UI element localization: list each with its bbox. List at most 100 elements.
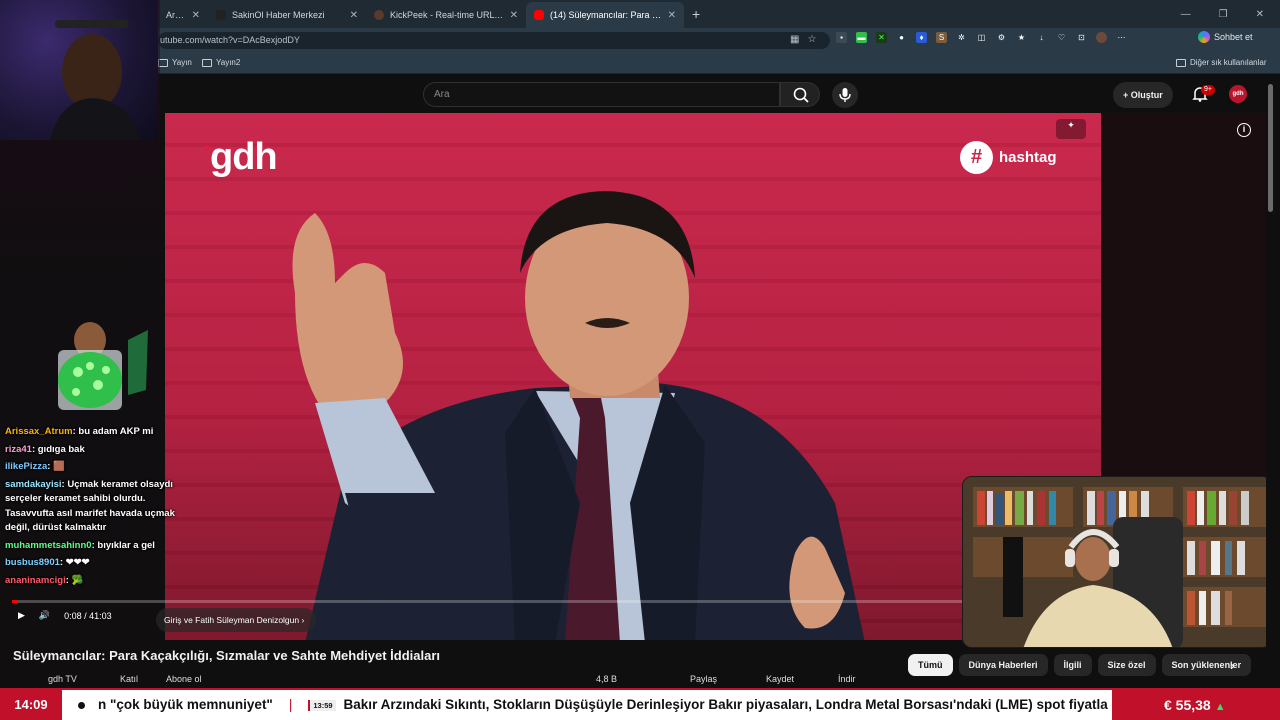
ticker-clock: 14:09 <box>0 690 62 720</box>
tab-arama[interactable]: Arama ✕ <box>158 2 208 28</box>
gdh-logo-text: gdh <box>210 136 278 178</box>
join-button[interactable]: Katıl <box>120 674 138 684</box>
window-close-icon[interactable]: ✕ <box>1256 9 1264 20</box>
search-input[interactable]: Ara <box>423 82 780 107</box>
bookmark-folder[interactable]: Yayın2 <box>202 58 240 67</box>
favorites-icon[interactable]: ★ <box>1016 32 1027 43</box>
new-tab-icon[interactable]: + <box>692 6 700 22</box>
enhance-button[interactable]: ✦ <box>1056 119 1086 139</box>
ticker-currency: € 55,38 ▲ <box>1112 690 1280 720</box>
video-title: Süleymancılar: Para Kaçakçılığı, Sızmala… <box>13 648 441 663</box>
chat-username[interactable]: busbus8901 <box>5 557 60 568</box>
scrollbar-thumb[interactable] <box>1268 84 1273 212</box>
tab-title: KickPeek - Real-time URL Crawler <box>390 10 504 20</box>
url-text: utube.com/watch?v=DAcBexjodDY <box>160 35 300 45</box>
bookmark-label: Diğer sık kullanılanlar <box>1190 58 1267 67</box>
search-button[interactable] <box>780 82 820 107</box>
streamer-webcam-2 <box>962 476 1272 648</box>
progress-fill <box>12 600 18 603</box>
notification-count-badge: 9+ <box>1201 85 1215 95</box>
play-icon[interactable]: ▶ <box>18 610 25 621</box>
extension-icon[interactable]: ♦ <box>916 32 927 43</box>
tab-title: SakinOl Haber Merkezi <box>232 10 325 20</box>
grid-icon[interactable]: ▦ <box>790 34 799 45</box>
bookmark-label: Yayın2 <box>216 58 241 67</box>
extension-icon[interactable]: ▪ <box>836 32 847 43</box>
volume-icon[interactable]: 🔊 <box>39 610 50 621</box>
downloads-icon[interactable]: ↓ <box>1036 32 1047 43</box>
up-arrow-icon: ▲ <box>1214 701 1226 713</box>
bullet-icon <box>78 702 85 709</box>
currency-value: € 55,38 <box>1164 697 1211 713</box>
chat-message: samdakayisi: Uçmak keramet olsaydı serçe… <box>5 478 175 534</box>
logo-accent-icon: • <box>204 140 210 157</box>
chip-world-news[interactable]: Dünya Haberleri <box>958 654 1048 676</box>
close-icon[interactable]: ✕ <box>350 10 358 21</box>
chat-message: Arissax_Atrum: bu adam AKP mi <box>5 426 154 437</box>
chat-username[interactable]: muhammetsahinn0 <box>5 540 92 551</box>
extension-icon[interactable]: ● <box>896 32 907 43</box>
screenshot-icon[interactable]: ⊡ <box>1076 32 1087 43</box>
minimize-icon[interactable]: — <box>1181 9 1191 20</box>
save-button[interactable]: Kaydet <box>766 674 794 684</box>
more-menu-icon[interactable]: ⋯ <box>1116 32 1127 43</box>
time-display: 0:08 / 41:03 <box>64 610 112 621</box>
browser-tab-bar: Arama ✕ SakinOl Haber Merkezi ✕ KickPeek… <box>0 0 1280 28</box>
chevron-right-icon[interactable]: › <box>1230 657 1235 673</box>
close-icon[interactable]: ✕ <box>192 10 200 21</box>
chat-username[interactable]: ilikePizza <box>5 461 47 472</box>
video-player[interactable]: • gdh # hashtag <box>165 113 1101 640</box>
like-button[interactable]: 4,8 B <box>596 674 617 684</box>
tab-sakinol[interactable]: SakinOl Haber Merkezi ✕ <box>208 2 366 28</box>
chip-all[interactable]: Tümü <box>908 654 953 676</box>
account-avatar[interactable]: gdh <box>1229 85 1247 103</box>
create-button[interactable]: + Oluştur <box>1113 82 1173 108</box>
chat-username[interactable]: ananinamcigi <box>5 575 66 586</box>
puzzle-icon[interactable]: ✲ <box>956 32 967 43</box>
copilot-button[interactable]: Sohbet et <box>1198 31 1253 43</box>
extension-icon[interactable]: ✕ <box>876 32 887 43</box>
subscribe-button[interactable]: Abone ol <box>166 674 202 684</box>
download-button[interactable]: İndir <box>838 674 856 684</box>
chat-message: ilikePizza: 🟫 <box>5 461 65 472</box>
maximize-icon[interactable]: ❐ <box>1219 9 1228 20</box>
chat-message: muhammetsahinn0: bıyıklar a gel <box>5 539 155 551</box>
split-screen-icon[interactable]: ◫ <box>976 32 987 43</box>
folder-icon <box>1176 58 1186 67</box>
tab-kickpeek[interactable]: KickPeek - Real-time URL Crawler ✕ <box>366 2 526 28</box>
url-field[interactable]: utube.com/watch?v=DAcBexjodDY <box>158 32 830 49</box>
tab-youtube-active[interactable]: (14) Süleymancılar: Para Kaçakçılığı ✕ <box>526 2 684 28</box>
chip-related[interactable]: İlgili <box>1053 654 1092 676</box>
favorite-star-icon[interactable]: ☆ <box>807 34 816 45</box>
other-bookmarks[interactable]: Diğer sık kullanılanlar <box>1176 58 1266 67</box>
extension-icon[interactable]: ▬ <box>856 32 867 43</box>
chat-username[interactable]: samdakayisi <box>5 479 62 490</box>
url-icons: ▦ ☆ <box>790 34 816 45</box>
channel-row: gdh TV Katıl Abone ol 4,8 B Paylaş Kayde… <box>20 674 920 688</box>
close-icon[interactable]: ✕ <box>668 10 676 21</box>
voice-search-button[interactable] <box>832 82 858 108</box>
youtube-favicon-icon <box>534 10 544 20</box>
channel-name[interactable]: gdh TV <box>48 674 77 684</box>
extension-icon[interactable]: S <box>936 32 947 43</box>
tab-title: Arama <box>166 10 186 20</box>
chat-username[interactable]: Arissax_Atrum <box>5 426 73 437</box>
chip-recent[interactable]: Son yüklenenler <box>1161 654 1252 676</box>
emote-image <box>58 322 148 410</box>
chip-for-you[interactable]: Size özel <box>1097 654 1156 676</box>
close-icon[interactable]: ✕ <box>510 10 518 21</box>
streamer-figure <box>50 20 140 140</box>
chat-username[interactable]: riza41 <box>5 444 32 455</box>
chapter-label: Giriş ve Fatih Süleyman Denizolgun <box>164 615 300 625</box>
chat-message: ananinamcigi: 🥦 <box>5 574 84 586</box>
profile-avatar[interactable] <box>1096 32 1107 43</box>
bookmark-label: Yayın <box>172 58 192 67</box>
extensions-icon[interactable]: ⚙ <box>996 32 1007 43</box>
hashtag-mark: # <box>960 141 993 174</box>
video-progress-bar[interactable] <box>12 600 1100 603</box>
chapter-button[interactable]: Giriş ve Fatih Süleyman Denizolgun › <box>156 608 317 632</box>
info-icon[interactable]: i <box>1237 123 1251 137</box>
share-button[interactable]: Paylaş <box>690 674 717 684</box>
bookmark-folder[interactable]: Yayın <box>158 58 192 67</box>
health-icon[interactable]: ♡ <box>1056 32 1067 43</box>
